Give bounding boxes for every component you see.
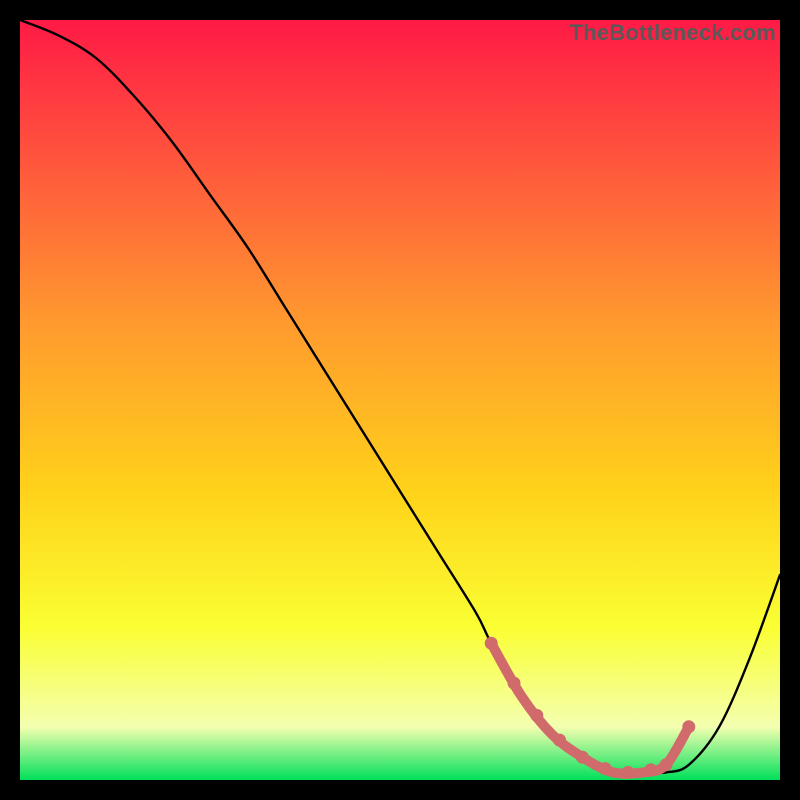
optimal-marker-dot	[599, 762, 612, 775]
optimal-marker-dot	[644, 763, 657, 776]
optimal-marker-dot	[485, 637, 498, 650]
watermark-text: TheBottleneck.com	[570, 20, 776, 46]
optimal-marker-dot	[508, 677, 521, 690]
optimal-marker-dot	[622, 766, 635, 779]
bottleneck-plot	[20, 20, 780, 780]
chart-frame: TheBottleneck.com	[20, 20, 780, 780]
optimal-marker-dot	[530, 709, 543, 722]
optimal-marker-dot	[553, 734, 566, 747]
optimal-marker-dot	[682, 720, 695, 733]
gradient-background	[20, 20, 780, 780]
optimal-marker-dot	[660, 758, 673, 771]
optimal-marker-dot	[576, 751, 589, 764]
